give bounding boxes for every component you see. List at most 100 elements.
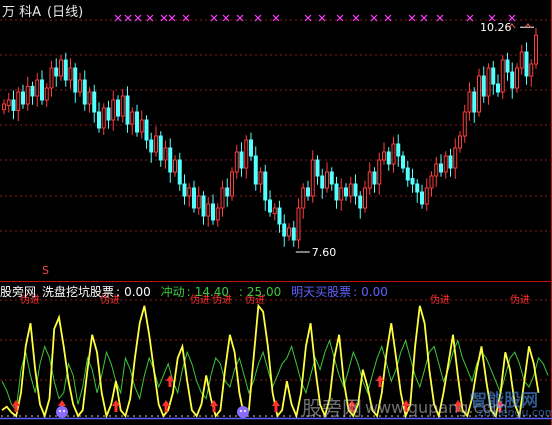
- candle-body: [158, 135, 163, 161]
- candle-body: [481, 75, 486, 97]
- signal-x-marker: [254, 14, 262, 22]
- candle-body: [82, 79, 87, 105]
- candle-body: [187, 187, 192, 197]
- candle-body: [415, 183, 420, 193]
- candle-body: [244, 139, 249, 169]
- candle-body: [35, 79, 40, 97]
- baseline-dot: [7, 415, 9, 417]
- baseline-dot: [31, 415, 33, 417]
- baseline-dot: [115, 415, 117, 417]
- baseline-dot: [25, 415, 27, 417]
- candle-body: [367, 171, 372, 189]
- baseline-dot: [253, 415, 255, 417]
- candle-body: [291, 227, 296, 241]
- baseline-dot: [265, 415, 267, 417]
- level-value: 25.00: [246, 285, 282, 299]
- baseline-dot: [121, 415, 123, 417]
- candle-body: [306, 187, 310, 197]
- candle-body: [196, 195, 201, 209]
- period-label: (日线): [47, 5, 84, 20]
- baseline-dot: [235, 415, 237, 417]
- candle-body: [73, 67, 78, 93]
- baseline-dot: [223, 415, 225, 417]
- candle-body: [111, 99, 116, 121]
- baseline-dot: [199, 415, 201, 417]
- face-eye: [63, 410, 65, 412]
- candle-body: [320, 175, 325, 189]
- indicator-marker-label: 伪进: [510, 294, 530, 306]
- candle-body: [315, 159, 320, 177]
- candle-body: [101, 107, 106, 129]
- candle-body: [458, 135, 462, 149]
- signal-x-marker: [420, 14, 428, 22]
- candle-body: [519, 51, 524, 69]
- mingtian-label: 明天买股票: [291, 285, 352, 299]
- candle-body: [363, 187, 367, 209]
- candle-body: [372, 171, 377, 185]
- baseline-dot: [271, 415, 273, 417]
- candle-body: [30, 85, 35, 97]
- baseline-dot: [259, 415, 261, 417]
- candle-body: [287, 227, 291, 237]
- baseline-dot: [229, 415, 231, 417]
- candle-body: [230, 171, 234, 197]
- candle-body: [163, 147, 168, 161]
- watermark-brand-url: zhinengu.com: [478, 406, 552, 419]
- baseline-dot: [13, 415, 15, 417]
- candle-body: [310, 159, 315, 197]
- signal-x-marker: [370, 14, 378, 22]
- candle-body: [515, 67, 519, 89]
- candle-body: [116, 99, 120, 117]
- candle-body: [301, 187, 306, 209]
- candle-body: [344, 187, 348, 197]
- signal-x-marker: [384, 14, 392, 22]
- face-eye: [244, 410, 246, 412]
- candle-body: [486, 67, 491, 97]
- candle-body: [21, 91, 25, 105]
- baseline-dot: [277, 415, 279, 417]
- indicator-name: 洗盘挖坑股票: [42, 285, 115, 299]
- candle-body: [496, 83, 500, 93]
- candle-body: [149, 139, 154, 153]
- candle-body: [206, 203, 211, 217]
- candle-body: [68, 67, 73, 81]
- candle-body: [529, 63, 534, 77]
- signal-x-marker: [304, 14, 312, 22]
- signal-x-marker: [124, 14, 132, 22]
- candle-body: [63, 59, 68, 81]
- baseline-dot: [193, 415, 195, 417]
- stock-name: 万 科A: [2, 5, 42, 20]
- candle-body: [510, 71, 515, 89]
- candle-body: [182, 183, 187, 197]
- chong-label: 冲动: [160, 285, 185, 299]
- face-eye: [59, 410, 61, 412]
- baseline-dot: [97, 415, 99, 417]
- candle-body: [396, 143, 401, 157]
- baseline-dot: [127, 415, 129, 417]
- candle-body: [92, 91, 97, 113]
- candle-body: [405, 167, 410, 181]
- chart-header: 万 科A (日线): [2, 1, 89, 20]
- baseline-dot: [55, 415, 57, 417]
- candle-body: [401, 155, 405, 169]
- signal-x-marker: [134, 14, 142, 22]
- baseline-dot: [79, 415, 81, 417]
- indicator-site: 股旁网: [0, 285, 37, 299]
- candle-body: [282, 223, 287, 237]
- candle-body: [277, 207, 282, 225]
- candle-body: [258, 171, 263, 185]
- candle-body: [410, 177, 415, 185]
- baseline-dot: [289, 415, 291, 417]
- candle-body: [44, 87, 49, 101]
- candle-body: [97, 111, 101, 129]
- baseline-dot: [151, 415, 153, 417]
- signal-x-marker: [160, 14, 168, 22]
- candle-body: [443, 155, 448, 173]
- candle-body: [211, 203, 215, 221]
- candle-body: [130, 111, 135, 125]
- chart-canvas: 10.267.60S伪进 伪进 伪进 伪进 伪进 伪进 伪进: [0, 0, 552, 425]
- signal-x-marker: [114, 14, 122, 22]
- baseline-dot: [169, 415, 171, 417]
- candle-body: [424, 187, 429, 205]
- signal-s-label: S: [42, 264, 49, 277]
